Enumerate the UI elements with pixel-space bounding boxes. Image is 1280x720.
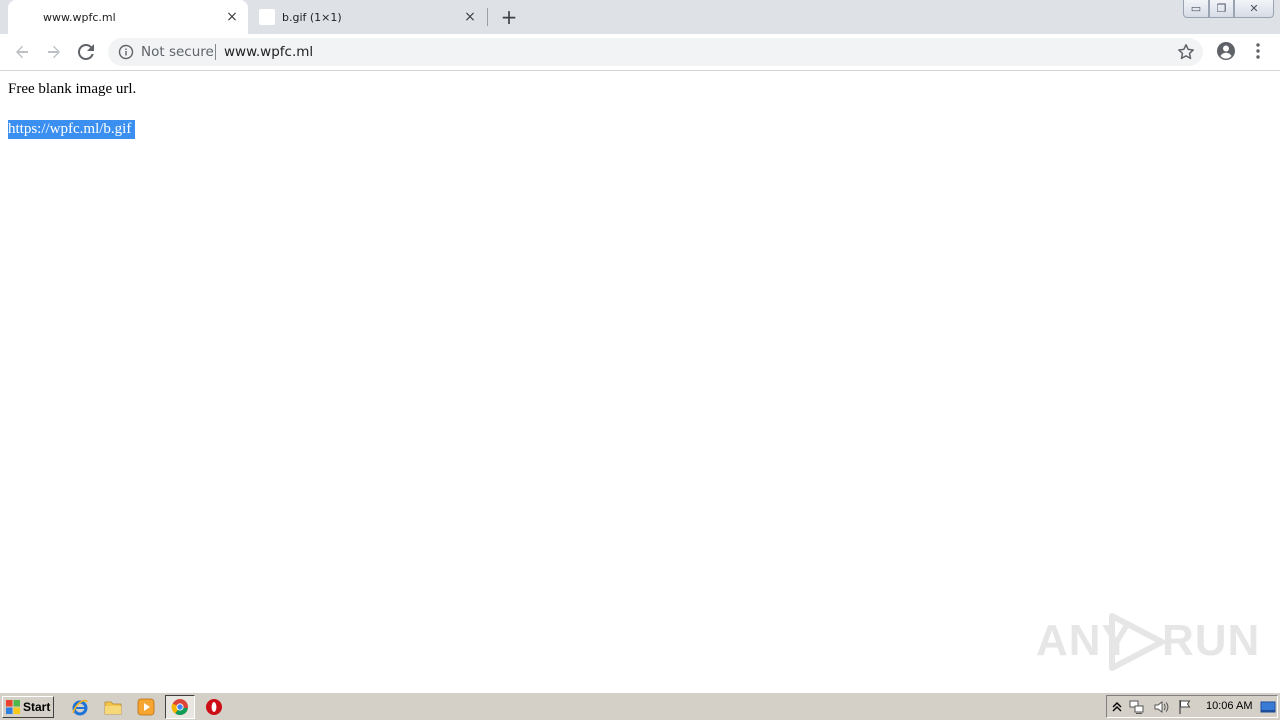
reload-button[interactable] (74, 40, 98, 64)
minimize-window-button[interactable]: ▭ (1183, 0, 1209, 18)
omnibox-divider (215, 44, 216, 60)
maximize-window-button[interactable]: ❐ (1209, 0, 1234, 18)
menu-dots-icon[interactable] (1250, 41, 1266, 61)
system-tray: 10:06 AM (1106, 695, 1278, 718)
taskbar-media-player[interactable] (136, 697, 156, 717)
url-text[interactable]: www.wpfc.ml (224, 38, 313, 66)
close-window-button[interactable]: ✕ (1234, 0, 1274, 18)
taskbar: Start 10:06 AM (0, 692, 1280, 720)
screen: www.wpfc.ml × b.gif (1×1) × + ▭ ❐ ✕ Not … (0, 0, 1280, 720)
chrome-icon (171, 699, 188, 715)
new-tab-button[interactable]: + (498, 6, 520, 28)
taskbar-opera[interactable] (204, 697, 224, 717)
page-content: Free blank image url. https://wpfc.ml/b.… (0, 72, 1280, 692)
windows-logo-icon (6, 700, 20, 714)
show-desktop-icon[interactable] (1260, 699, 1276, 715)
forward-arrow-icon (48, 45, 60, 59)
forward-button[interactable] (42, 40, 66, 64)
image-url-link[interactable]: https://wpfc.ml/b.gif (8, 120, 136, 139)
start-button[interactable]: Start (2, 696, 54, 718)
tab-title: b.gif (1×1) (282, 10, 342, 24)
taskbar-file-explorer[interactable] (103, 697, 123, 717)
action-center-flag-icon[interactable] (1177, 699, 1193, 715)
watermark-right-text: RUN (1162, 616, 1261, 665)
reload-icon (78, 44, 94, 60)
start-label: Start (23, 700, 51, 714)
back-button[interactable] (10, 40, 34, 64)
internet-explorer-icon (72, 699, 88, 716)
tab-wpfc[interactable]: www.wpfc.ml × (8, 0, 248, 34)
tab-bgif[interactable]: b.gif (1×1) × (248, 0, 486, 34)
browser-toolbar: Not secure www.wpfc.ml (0, 34, 1280, 71)
address-bar[interactable]: Not secure www.wpfc.ml (108, 38, 1203, 66)
play-logo-icon (1109, 613, 1165, 671)
network-icon[interactable] (1129, 699, 1145, 715)
media-player-icon (137, 698, 155, 716)
show-hidden-icons-icon[interactable] (1109, 699, 1125, 715)
security-status[interactable]: Not secure (141, 38, 214, 66)
volume-icon[interactable] (1153, 699, 1169, 715)
opera-icon (206, 699, 222, 715)
bookmark-star-icon[interactable] (1177, 43, 1195, 61)
close-tab-icon[interactable]: × (462, 9, 478, 25)
back-arrow-icon (16, 45, 28, 59)
profile-icon[interactable] (1216, 41, 1236, 61)
tab-divider (487, 8, 488, 26)
anyrun-watermark: ANY RUN (1036, 610, 1259, 674)
taskbar-internet-explorer[interactable] (70, 697, 90, 717)
page-description: Free blank image url. (8, 81, 137, 97)
file-explorer-icon (104, 701, 122, 715)
tab-strip: www.wpfc.ml × b.gif (1×1) × + ▭ ❐ ✕ (0, 0, 1280, 34)
blank-favicon-icon (259, 9, 275, 25)
info-icon[interactable] (118, 44, 134, 60)
close-tab-icon[interactable]: × (224, 9, 240, 25)
taskbar-chrome[interactable] (170, 697, 190, 717)
taskbar-clock[interactable]: 10:06 AM (1206, 696, 1252, 717)
tab-title: www.wpfc.ml (43, 10, 116, 24)
